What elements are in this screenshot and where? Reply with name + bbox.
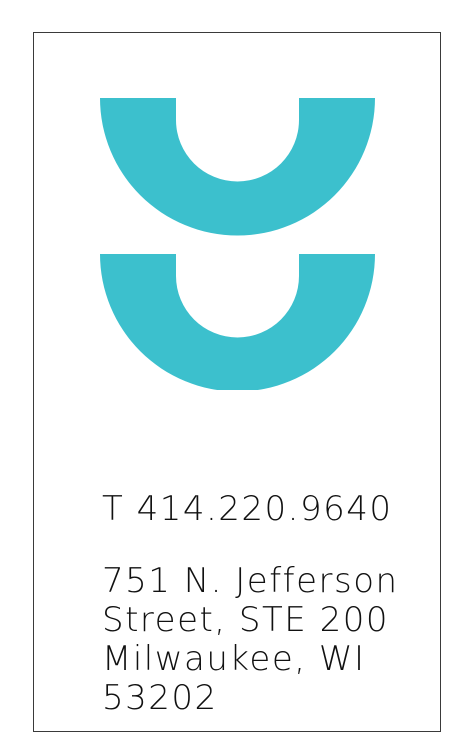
phone-number: T 414.220.9640 [102, 489, 393, 529]
logo-upper-u [100, 98, 375, 236]
address-line-2: Street, STE 200 [102, 600, 389, 640]
logo-lower-u [100, 254, 375, 390]
address-line-3: Milwaukee, WI [102, 639, 366, 679]
address-line-1: 751 N. Jefferson [102, 561, 399, 601]
address-line-4: 53202 [102, 678, 218, 718]
street-address: 751 N. Jefferson Street, STE 200 Milwauk… [102, 562, 399, 718]
double-u-logo-icon [100, 98, 375, 390]
